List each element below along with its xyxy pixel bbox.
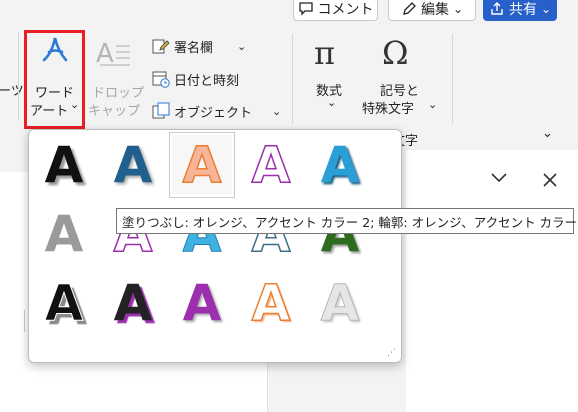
tooltip-text: 塗りつぶし: オレンジ、アクセント カラー 2; 輪郭: オレンジ、アクセント … bbox=[122, 214, 578, 230]
share-button[interactable]: 共有 ⌄ bbox=[483, 0, 557, 21]
chevron-down-icon: ⌄ bbox=[272, 104, 282, 118]
symbol-button[interactable]: Ω 記号と 特殊文字 ⌄ bbox=[360, 34, 444, 117]
ribbon-separator bbox=[452, 34, 453, 124]
omega-icon: Ω bbox=[382, 34, 409, 72]
calendar-clock-icon bbox=[152, 70, 170, 88]
share-icon bbox=[489, 2, 505, 16]
parts-button-fragment[interactable]: ーツ bbox=[0, 80, 24, 99]
chevron-down-icon[interactable] bbox=[490, 172, 508, 184]
wordart-letter: A bbox=[320, 136, 360, 194]
wordart-fill-blue-gradient[interactable]: A bbox=[307, 132, 373, 198]
wordart-fill-white-orange-outline[interactable]: A bbox=[238, 270, 304, 336]
signature-line-label: 署名欄 bbox=[174, 40, 214, 56]
wordart-letter: A bbox=[251, 136, 291, 194]
wordart-letter: A bbox=[320, 274, 360, 332]
signature-pencil-icon bbox=[152, 37, 170, 55]
comment-icon bbox=[298, 2, 314, 16]
wordart-letter: A bbox=[44, 274, 84, 332]
wordart-fill-black-shadow[interactable]: A bbox=[31, 132, 97, 198]
svg-text:A: A bbox=[96, 39, 114, 68]
wordart-letter: A bbox=[113, 136, 153, 194]
wordart-highlight-box bbox=[24, 30, 85, 129]
pi-icon: π bbox=[314, 34, 336, 72]
wordart-letter: A bbox=[113, 274, 153, 332]
symbol-label-line1: 記号と bbox=[380, 84, 420, 99]
close-icon[interactable] bbox=[542, 172, 558, 188]
wordart-letter: A bbox=[44, 136, 84, 194]
chevron-down-icon: ⌄ bbox=[428, 98, 438, 111]
edit-label: 編集 bbox=[420, 2, 449, 18]
object-button[interactable]: オブジェクト ⌄ bbox=[152, 101, 282, 121]
drop-cap-button[interactable]: A ドロップ キャップ bbox=[88, 32, 148, 124]
drop-cap-label-line2: キャップ bbox=[88, 104, 141, 119]
equation-button[interactable]: π 数式 ⌄ bbox=[306, 34, 358, 116]
object-label: オブジェクト bbox=[174, 105, 253, 121]
chevron-down-icon: ⌄ bbox=[327, 96, 337, 109]
wordart-fill-blue-accent1-shadow[interactable]: A bbox=[100, 132, 166, 198]
date-time-button[interactable]: 日付と時刻 bbox=[152, 69, 272, 89]
tooltip: 塗りつぶし: オレンジ、アクセント カラー 2; 輪郭: オレンジ、アクセント … bbox=[116, 208, 578, 234]
ribbon-separator bbox=[292, 34, 293, 124]
wordart-fill-black-purple-shadow[interactable]: A bbox=[100, 270, 166, 336]
comment-label: コメント bbox=[317, 2, 374, 18]
signature-line-button[interactable]: 署名欄 ⌄ bbox=[152, 36, 272, 56]
wordart-fill-gray-bevel[interactable]: A bbox=[307, 270, 373, 336]
wordart-letter: A bbox=[182, 136, 222, 194]
wordart-fill-black-white-outline-shadow[interactable]: A bbox=[31, 270, 97, 336]
chevron-down-icon: ⌄ bbox=[452, 2, 464, 16]
symbol-label-line2: 特殊文字 bbox=[362, 102, 415, 117]
drop-cap-icon: A bbox=[96, 38, 132, 68]
resize-grip-icon[interactable]: ⋰ bbox=[387, 348, 396, 358]
edit-mode-button[interactable]: 編集 ⌄ bbox=[388, 0, 476, 21]
object-icon bbox=[152, 102, 170, 120]
pencil-icon bbox=[401, 1, 417, 17]
margin-marker bbox=[24, 310, 25, 332]
wordart-letter: A bbox=[182, 274, 222, 332]
wordart-fill-purple-shadow[interactable]: A bbox=[169, 270, 235, 336]
wordart-letter: A bbox=[44, 205, 84, 263]
side-pane bbox=[406, 150, 578, 412]
wordart-letter: A bbox=[251, 274, 291, 332]
ribbon-separator bbox=[18, 32, 19, 120]
drop-cap-label-line1: ドロップ bbox=[92, 86, 145, 101]
share-label: 共有 bbox=[508, 2, 537, 18]
date-time-label: 日付と時刻 bbox=[174, 73, 240, 89]
wordart-fill-gray-gradient[interactable]: A bbox=[31, 201, 97, 267]
wordart-fill-orange-accent2-outline[interactable]: A bbox=[169, 132, 235, 198]
chevron-down-icon: ⌄ bbox=[540, 2, 552, 16]
wordart-fill-white-outline-purple[interactable]: A bbox=[238, 132, 304, 198]
ribbon-collapse-chevron-icon[interactable]: ⌄ bbox=[542, 126, 553, 141]
comment-button[interactable]: コメント bbox=[293, 0, 378, 21]
chevron-down-icon: ⌄ bbox=[237, 39, 247, 53]
